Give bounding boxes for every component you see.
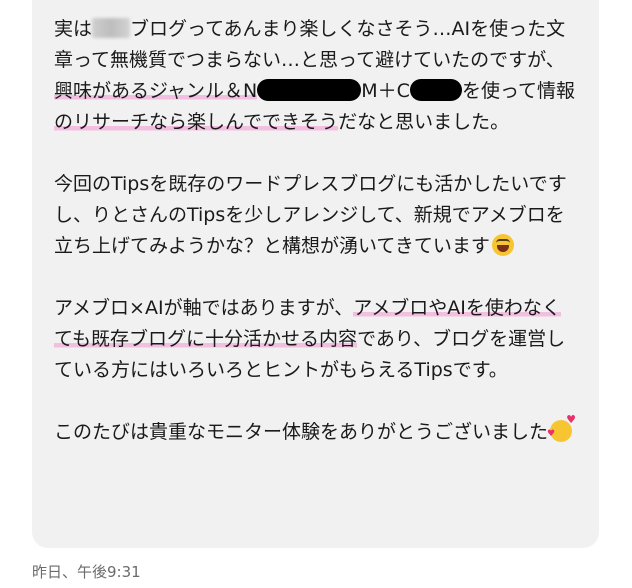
text: 今回のTipsを既存のワードプレスブログにも活かしたいですし、りとさんのTips… — [54, 173, 567, 257]
text: を使って情報 — [461, 80, 576, 102]
redacted-block — [257, 79, 362, 101]
grinning-squinting-face-icon — [491, 234, 514, 256]
text: アメブロ×AIが軸ではありますが、 — [54, 297, 354, 319]
message-paragraph-3: アメブロ×AIが軸ではありますが、アメブロやAIを使わなくても既存ブログに十分活… — [54, 293, 577, 386]
redacted-block — [409, 79, 462, 101]
text: M＋ — [361, 80, 397, 102]
message-paragraph-2: 今回のTipsを既存のワードプレスブログにも活かしたいですし、りとさんのTips… — [54, 169, 577, 262]
highlighted-text: のリサーチなら楽しんでできそう — [54, 111, 339, 133]
message-timestamp: 昨日、午後9:31 — [32, 563, 141, 581]
blurred-text — [92, 18, 131, 38]
text: ブログってあんまり楽しくなさそう…AIを使った文章って無機質でつまらない…と思っ… — [54, 18, 566, 71]
text: だなと思いました。 — [338, 111, 510, 133]
message-paragraph-4: このたびは貴重なモニター体験をありがとうございました — [54, 414, 577, 448]
message-paragraph-1: 実は ブログってあんまり楽しくなさそう…AIを使った文章って無機質でつまらない…と… — [54, 14, 577, 138]
text: このたびは貴重なモニター体験をありがとうございました — [54, 421, 549, 443]
smiling-face-with-hearts-icon — [547, 414, 576, 442]
text: C — [396, 80, 410, 102]
text: 実は — [54, 18, 93, 40]
highlighted-text: 興味があるジャンル＆N — [54, 80, 258, 102]
message-bubble: 実は ブログってあんまり楽しくなさそう…AIを使った文章って無機質でつまらない…と… — [32, 0, 599, 548]
